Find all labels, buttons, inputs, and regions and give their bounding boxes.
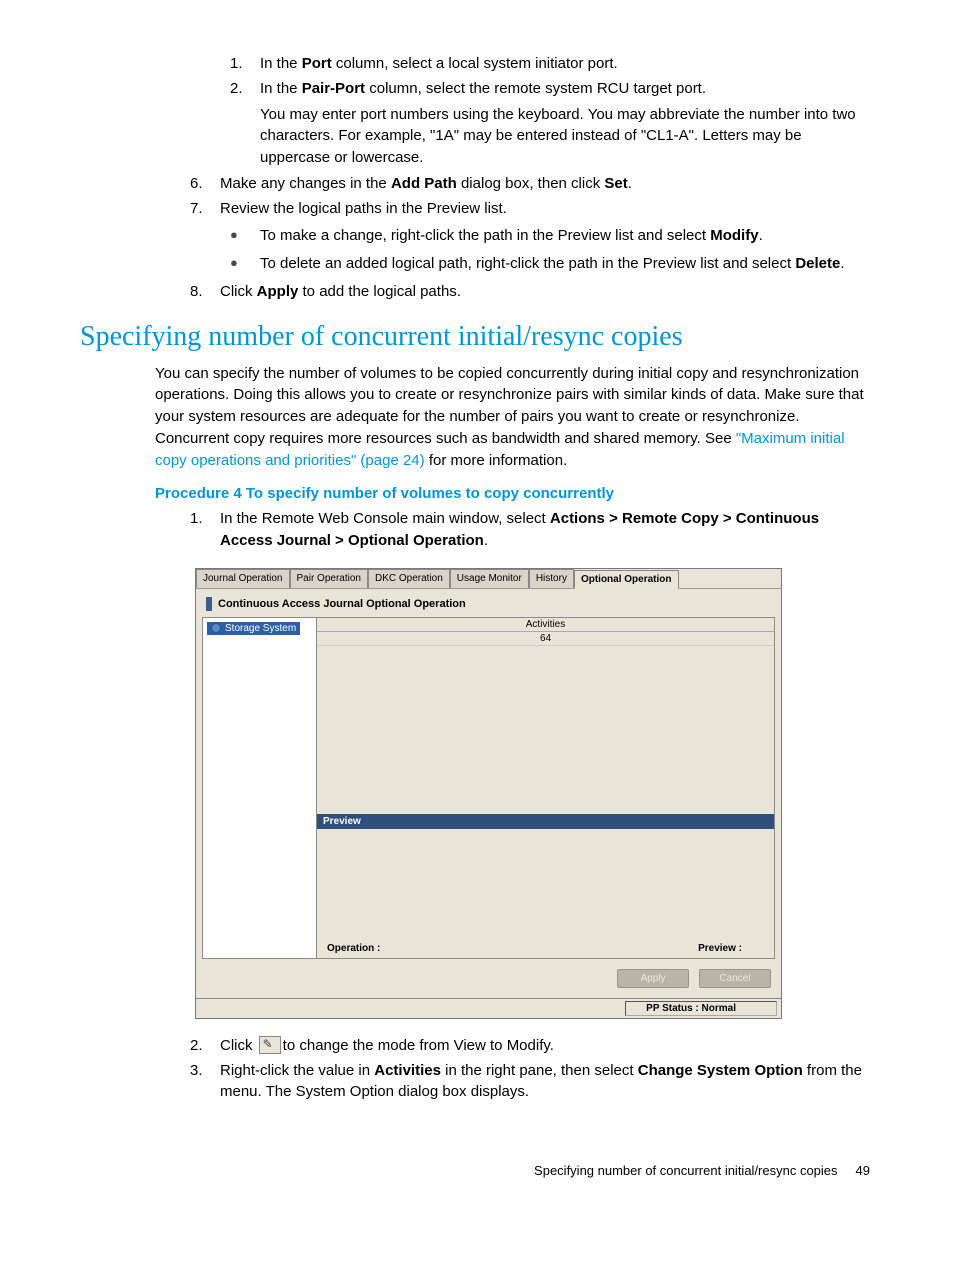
- tree-item-storage-system[interactable]: Storage System: [207, 622, 300, 635]
- modify-mode-icon: [259, 1036, 281, 1054]
- tab-bar: Journal Operation Pair Operation DKC Ope…: [196, 569, 781, 589]
- list-item: 1. In the Port column, select a local sy…: [230, 53, 874, 75]
- button-row: Apply Cancel: [196, 963, 781, 998]
- status-row: Operation : Preview :: [317, 939, 774, 958]
- footer-text: Specifying number of concurrent initial/…: [534, 1163, 837, 1178]
- apply-button[interactable]: Apply: [617, 969, 689, 988]
- procedure-title: Procedure 4 To specify number of volumes…: [155, 485, 874, 502]
- panel-title-row: Continuous Access Journal Optional Opera…: [196, 589, 781, 617]
- procedure-list: 1. In the Remote Web Console main window…: [80, 508, 874, 552]
- item-body: Make any changes in the Add Path dialog …: [220, 173, 874, 195]
- tab-dkc-operation[interactable]: DKC Operation: [368, 569, 450, 588]
- grid-value-cell[interactable]: 64: [317, 632, 774, 646]
- preview-status-label: Preview :: [698, 943, 742, 954]
- midlist-cont: 8. Click Apply to add the logical paths.: [80, 281, 874, 303]
- item-body: In the Pair-Port column, select the remo…: [260, 78, 874, 100]
- page-footer: Specifying number of concurrent initial/…: [80, 1163, 874, 1178]
- list-item: 3. Right-click the value in Activities i…: [190, 1060, 874, 1104]
- midlist: 6. Make any changes in the Add Path dial…: [80, 173, 874, 220]
- list-item: ● To make a change, right-click the path…: [230, 225, 874, 247]
- intro-paragraph: You can specify the number of volumes to…: [155, 363, 874, 472]
- panel-title: Continuous Access Journal Optional Opera…: [218, 598, 466, 610]
- item-number: 6.: [190, 173, 220, 195]
- preview-header: Preview: [317, 814, 774, 829]
- page-content: 1. In the Port column, select a local sy…: [0, 0, 954, 1218]
- item-number: 7.: [190, 198, 220, 220]
- item-body: In the Remote Web Console main window, s…: [220, 508, 874, 552]
- grid-empty-area: [317, 646, 774, 814]
- item-body: Click Apply to add the logical paths.: [220, 281, 874, 303]
- item-number: 8.: [190, 281, 220, 303]
- item-body: To make a change, right-click the path i…: [260, 225, 874, 247]
- bullet-list: ● To make a change, right-click the path…: [80, 225, 874, 275]
- accent-bar-icon: [206, 597, 212, 611]
- list-item: 8. Click Apply to add the logical paths.: [190, 281, 874, 303]
- right-pane: Activities 64 Preview Operation : Previe…: [317, 618, 774, 958]
- footer-page-number: 49: [856, 1163, 870, 1178]
- tab-history[interactable]: History: [529, 569, 574, 588]
- list-item: 6. Make any changes in the Add Path dial…: [190, 173, 874, 195]
- item-body: Right-click the value in Activities in t…: [220, 1060, 874, 1104]
- main-split: Storage System Activities 64 Preview Ope…: [202, 617, 775, 959]
- status-bar: PP Status : Normal: [196, 998, 781, 1018]
- port-sublist: 1. In the Port column, select a local sy…: [80, 53, 874, 100]
- item-number: 3.: [190, 1060, 220, 1104]
- cancel-button[interactable]: Cancel: [699, 969, 771, 988]
- list-item: 2. In the Pair-Port column, select the r…: [230, 78, 874, 100]
- list-item: 7. Review the logical paths in the Previ…: [190, 198, 874, 220]
- item-number: 1.: [230, 53, 260, 75]
- pp-status: PP Status : Normal: [625, 1001, 777, 1016]
- operation-label: Operation :: [327, 943, 380, 954]
- list-item: 1. In the Remote Web Console main window…: [190, 508, 874, 552]
- preview-pane: [317, 829, 774, 939]
- list-item: 2. Click to change the mode from View to…: [190, 1035, 874, 1057]
- grid-header: Activities: [317, 618, 774, 632]
- bullet-icon: ●: [230, 225, 260, 247]
- list-item: ● To delete an added logical path, right…: [230, 253, 874, 275]
- procedure-list-cont: 2. Click to change the mode from View to…: [80, 1035, 874, 1103]
- tree-node-icon: [211, 623, 221, 633]
- item-body: In the Port column, select a local syste…: [260, 53, 874, 75]
- item-number: 2.: [230, 78, 260, 100]
- note-paragraph: You may enter port numbers using the key…: [260, 104, 874, 169]
- screenshot-figure: Journal Operation Pair Operation DKC Ope…: [195, 568, 782, 1019]
- item-number: 1.: [190, 508, 220, 552]
- item-number: 2.: [190, 1035, 220, 1057]
- item-body: Click to change the mode from View to Mo…: [220, 1035, 874, 1057]
- tab-pair-operation[interactable]: Pair Operation: [290, 569, 368, 588]
- tree-pane: Storage System: [203, 618, 317, 958]
- section-heading: Specifying number of concurrent initial/…: [80, 321, 874, 353]
- item-body: Review the logical paths in the Preview …: [220, 198, 874, 220]
- tree-item-label: Storage System: [225, 623, 296, 634]
- item-body: To delete an added logical path, right-c…: [260, 253, 874, 275]
- bullet-icon: ●: [230, 253, 260, 275]
- tab-optional-operation[interactable]: Optional Operation: [574, 570, 679, 589]
- tab-usage-monitor[interactable]: Usage Monitor: [450, 569, 529, 588]
- tab-journal-operation[interactable]: Journal Operation: [196, 569, 290, 588]
